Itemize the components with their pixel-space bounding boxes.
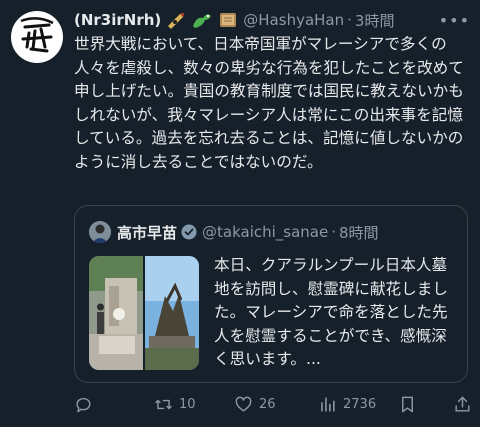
bookmark-icon [402,396,413,412]
quote-media[interactable] [89,256,199,370]
tweet-timestamp[interactable]: 3時間 [355,10,395,31]
bookmark-button[interactable] [398,395,417,414]
more-options-icon[interactable]: ••• [439,11,470,30]
heart-icon [235,396,252,412]
dragon-icon [193,14,212,28]
quote-author-name: 高市早苗 [117,223,178,242]
like-button[interactable]: 26 [234,395,304,414]
tweet-header: (Nr3irNrh) @HashyaHan · 3時間 ••• [74,9,470,31]
quote-author-avatar [89,221,111,243]
quote-body: 本日、クアラルンプール日本人墓地を訪問し、慰霊碑に献花しました。マレーシアで命を… [214,256,448,368]
share-button[interactable] [453,395,472,414]
verified-badge-icon [181,224,197,240]
memorial-photo-1 [89,256,143,370]
nuclear-missile-icon [168,13,185,29]
scroll-icon [220,13,237,27]
author-avatar[interactable] [11,11,63,63]
calligraphy-logo-icon [20,17,54,53]
tweet-body: 世界大戦において、日本帝国軍がマレーシアで多くの人々を虐殺し、数々の卑劣な行為を… [74,35,464,171]
retweet-button[interactable]: 10 [154,395,224,414]
reply-button[interactable] [74,395,144,414]
retweet-icon [155,399,172,409]
views-button[interactable]: 2736 [318,395,394,414]
retweet-count: 10 [179,396,196,412]
views-count: 2736 [343,396,377,412]
share-icon [455,396,470,412]
quote-header: 高市早苗 @takaichi_sanae · 8時間 [117,220,379,244]
author-display-name[interactable]: (Nr3irNrh) [74,11,161,29]
quote-separator: · [331,223,337,241]
memorial-photo-2 [145,256,199,370]
views-chart-icon [321,396,335,412]
quoted-tweet-card[interactable]: 高市早苗 @takaichi_sanae · 8時間 本日、クアラルンプール日本… [74,205,468,383]
like-count: 26 [259,396,276,412]
header-separator: · [347,11,352,29]
quote-timestamp: 8時間 [339,223,379,242]
author-handle[interactable]: @HashyaHan [243,11,344,29]
tweet-action-bar: 10 26 2736 [74,392,472,416]
quote-author-handle: @takaichi_sanae [202,223,329,241]
reply-icon [76,397,91,412]
